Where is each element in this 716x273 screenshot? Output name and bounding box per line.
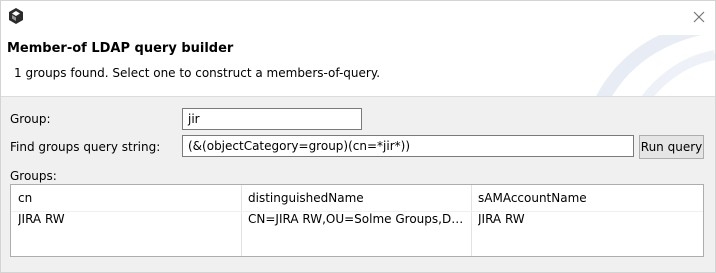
run-query-button[interactable]: Run query — [639, 135, 704, 159]
group-input[interactable]: jir — [182, 108, 362, 130]
dialog-title: Member-of LDAP query builder — [7, 41, 234, 56]
query-string-input[interactable]: (&(objectCategory=group)(cn=*jir*)) — [182, 135, 634, 157]
title-bar — [1, 1, 715, 35]
query-string-label: Find groups query string: — [10, 140, 161, 154]
column-header-distinguishedname[interactable]: distinguishedName — [248, 191, 466, 205]
dialog-header: Member-of LDAP query builder 1 groups fo… — [1, 35, 715, 97]
cell-samaccountname[interactable]: JIRA RW — [478, 212, 698, 226]
column-separator — [471, 185, 472, 256]
dialog-subtitle: 1 groups found. Select one to construct … — [14, 66, 381, 80]
column-header-samaccountname[interactable]: sAMAccountName — [478, 191, 698, 205]
cell-distinguishedname[interactable]: CN=JIRA RW,OU=Solme Groups,DC=s... — [248, 212, 466, 226]
groups-table[interactable]: cn distinguishedName sAMAccountName JIRA… — [10, 184, 704, 257]
cell-cn[interactable]: JIRA RW — [18, 212, 236, 226]
ldap-query-builder-dialog: Member-of LDAP query builder 1 groups fo… — [0, 0, 716, 273]
group-label: Group: — [10, 112, 51, 126]
close-button[interactable] — [689, 7, 709, 27]
column-separator — [241, 185, 242, 256]
column-header-cn[interactable]: cn — [18, 191, 236, 205]
header-decoration — [596, 35, 715, 96]
close-icon — [693, 11, 705, 23]
groups-label: Groups: — [10, 169, 57, 183]
app-icon — [9, 8, 23, 24]
